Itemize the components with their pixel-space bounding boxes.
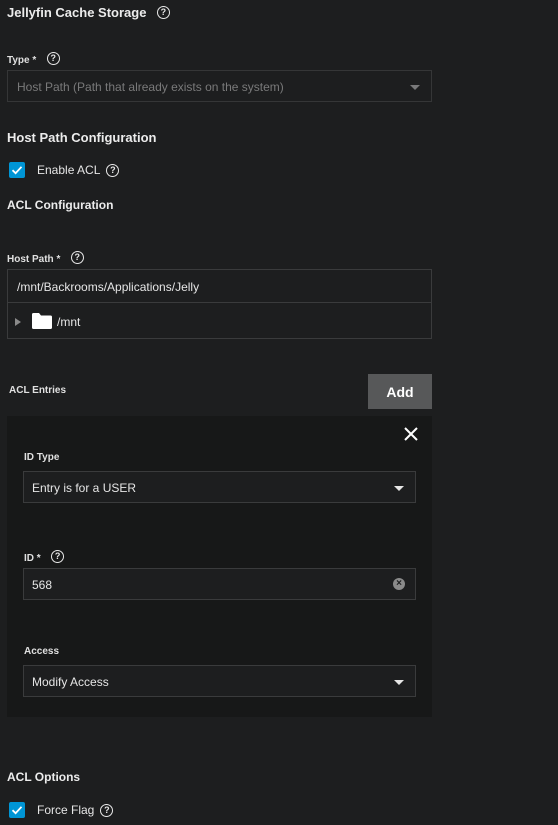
force-flag-row: Force Flag ? — [9, 802, 114, 818]
enable-acl-label: Enable ACL — [37, 163, 101, 177]
expand-arrow-icon[interactable] — [15, 318, 21, 326]
chevron-down-icon — [394, 680, 404, 685]
access-label: Access — [24, 646, 60, 657]
force-flag-checkbox[interactable] — [9, 802, 25, 818]
host-path-value: /mnt/Backrooms/Applications/Jelly — [17, 280, 200, 294]
host-path-label-row: Host Path * ? — [7, 249, 84, 267]
host-path-label: Host Path * — [7, 254, 61, 265]
help-icon[interactable]: ? — [106, 163, 120, 177]
acl-options-heading: ACL Options — [7, 770, 81, 784]
host-path-config-heading: Host Path Configuration — [7, 130, 157, 145]
host-path-input[interactable]: /mnt/Backrooms/Applications/Jelly — [7, 269, 432, 303]
access-select[interactable]: Modify Access — [23, 665, 416, 697]
type-label: Type * — [7, 55, 37, 66]
id-label-row: ID * ? — [24, 548, 65, 566]
enable-acl-row: Enable ACL ? — [9, 162, 120, 178]
clear-icon[interactable]: × — [393, 578, 405, 590]
type-select[interactable]: Host Path (Path that already exists on t… — [7, 70, 432, 102]
type-label-row: Type * ? — [7, 50, 60, 68]
check-icon — [11, 806, 23, 815]
id-input[interactable]: 568 × — [23, 568, 416, 600]
help-icon[interactable]: ? — [51, 550, 65, 564]
help-icon[interactable]: ? — [156, 6, 170, 20]
chevron-down-icon — [394, 486, 404, 491]
chevron-down-icon — [410, 85, 420, 90]
tree-root-label[interactable]: /mnt — [57, 315, 80, 329]
page-title: Jellyfin Cache Storage — [7, 5, 147, 20]
acl-entry-card: ID Type Entry is for a USER ID * ? 568 ×… — [7, 416, 432, 717]
id-type-select[interactable]: Entry is for a USER — [23, 471, 416, 503]
help-icon[interactable]: ? — [100, 803, 114, 817]
acl-entries-label: ACL Entries — [9, 385, 67, 396]
file-tree: /mnt — [7, 302, 432, 339]
enable-acl-checkbox[interactable] — [9, 162, 25, 178]
id-label: ID * — [24, 553, 41, 564]
type-select-value: Host Path (Path that already exists on t… — [17, 80, 284, 94]
folder-icon — [32, 313, 52, 329]
force-flag-label: Force Flag — [37, 803, 95, 817]
id-type-value: Entry is for a USER — [32, 481, 137, 495]
add-button[interactable]: Add — [368, 374, 432, 409]
section-header: Jellyfin Cache Storage ? — [7, 4, 170, 22]
access-value: Modify Access — [32, 675, 109, 689]
help-icon[interactable]: ? — [46, 52, 60, 66]
help-icon[interactable]: ? — [70, 251, 84, 265]
check-icon — [11, 166, 23, 175]
close-icon[interactable] — [404, 427, 418, 441]
id-type-label: ID Type — [24, 452, 60, 463]
acl-config-heading: ACL Configuration — [7, 198, 114, 212]
id-value: 568 — [32, 578, 53, 592]
